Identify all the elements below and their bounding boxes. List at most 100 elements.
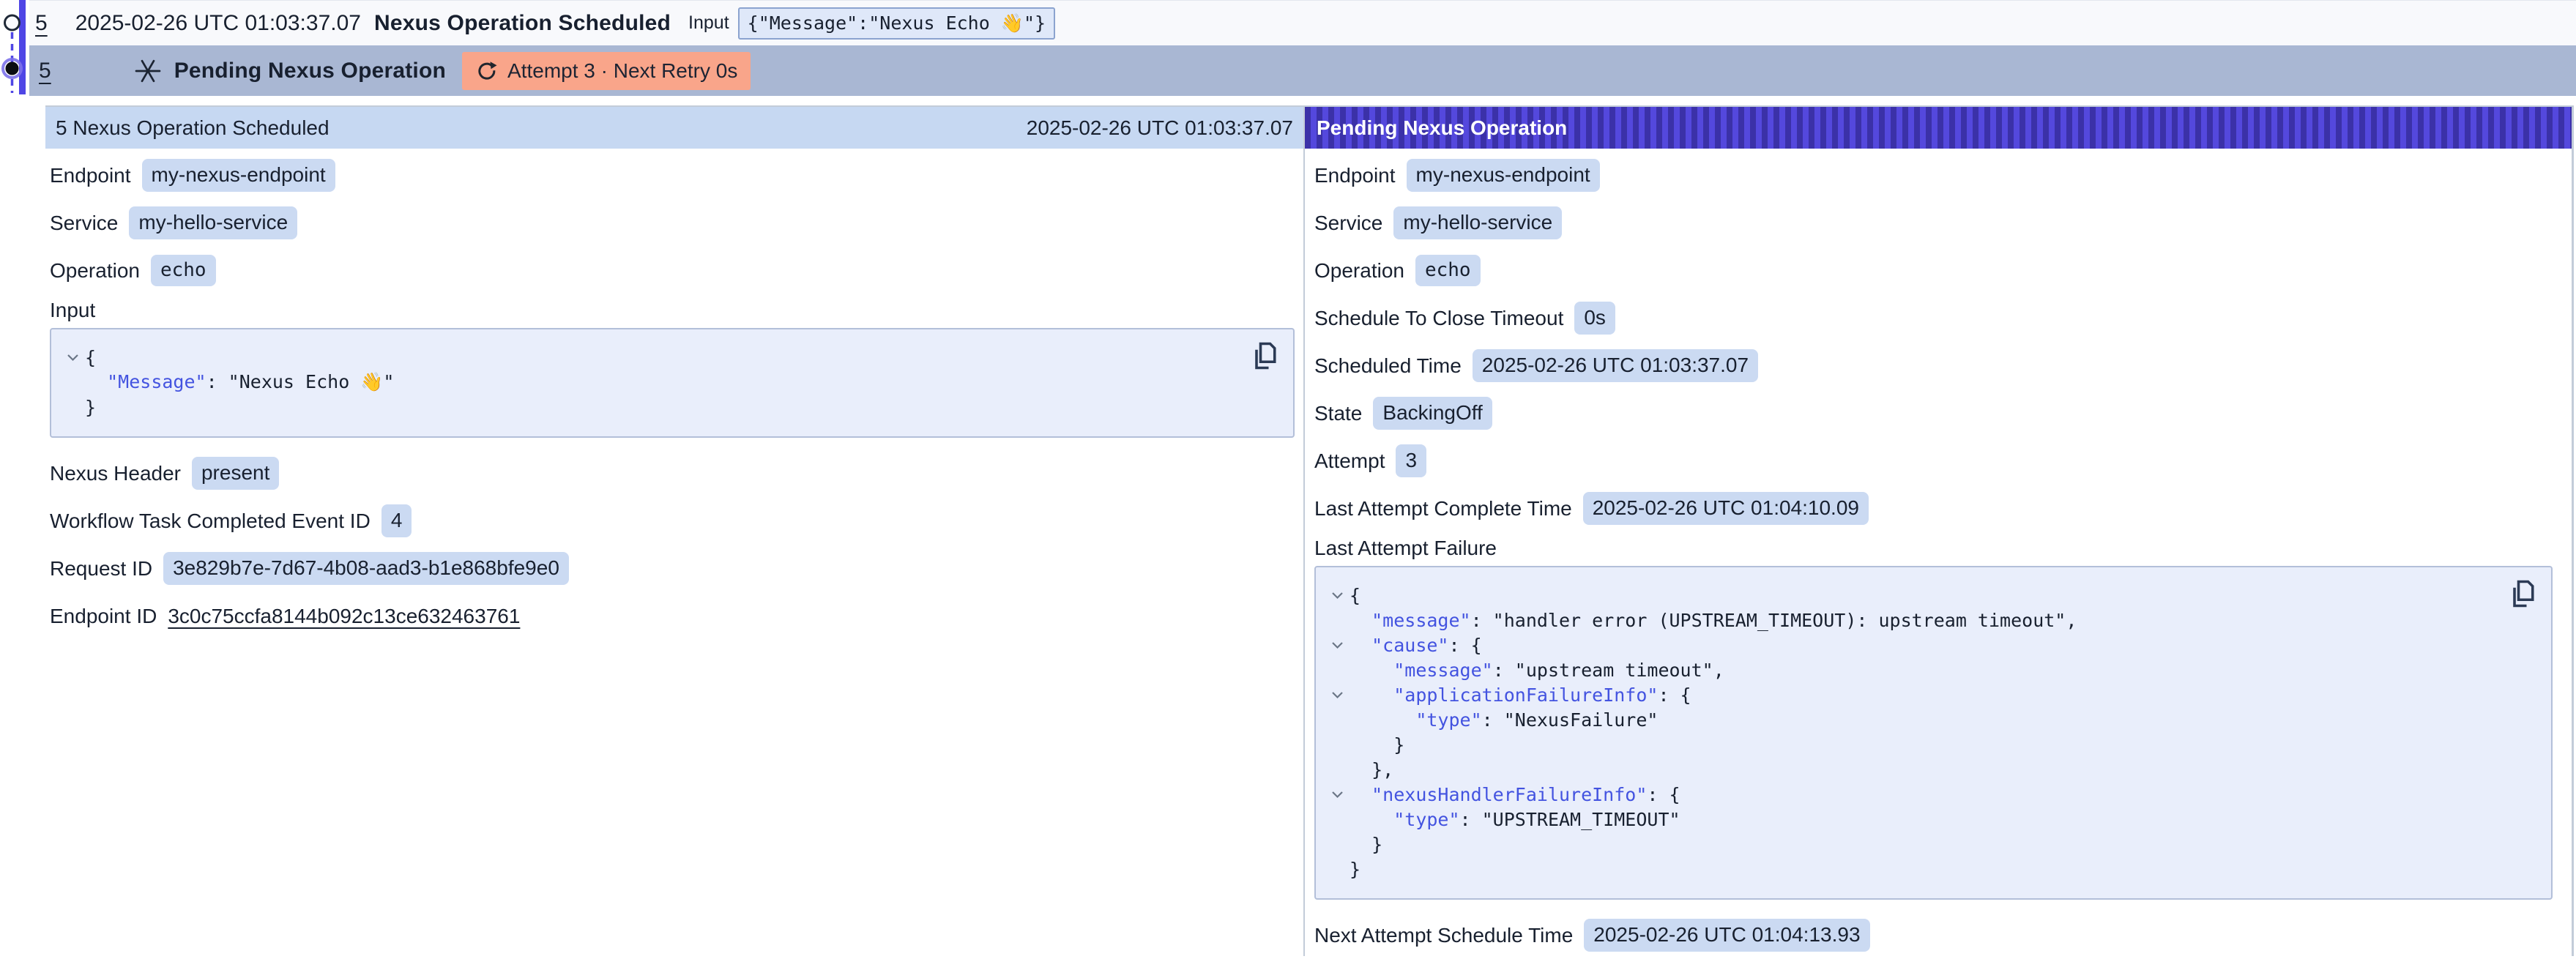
pending-operation-panel: Pending Nexus Operation Endpoint my-nexus… [1303,107,2572,956]
field-operation: Operationecho [50,247,1299,294]
chevron-down-icon[interactable] [60,354,85,362]
chevron-down-icon[interactable] [1325,691,1350,699]
json-line: } [1325,832,2536,857]
json-line: "type": "UPSTREAM_TIMEOUT" [1325,807,2536,832]
field-value-badge: 2025-02-26 UTC 01:03:37.07 [1473,349,1758,381]
json-text: "message": "handler error (UPSTREAM_TIME… [1350,610,2077,631]
event-title: Pending Nexus Operation [174,59,446,83]
field-label: Operation [50,259,140,283]
field-attempt: Attempt 3 [1314,437,2557,485]
field-request-id: Request ID3e829b7e-7d67-4b08-aad3-b1e868… [50,545,1299,592]
event-row-pending-nexus-operation[interactable]: 5 Pending Nexus Operation Attempt 3 · Ne… [29,45,2576,96]
field-value-badge: my-hello-service [1393,206,1562,239]
json-line: } [60,395,1278,419]
field-label: Endpoint [50,164,131,187]
event-detail-panels: 5 Nexus Operation Scheduled 2025-02-26 U… [45,105,2574,956]
field-value-badge: echo [1415,255,1481,287]
json-text: "applicationFailureInfo": { [1350,684,1691,706]
event-title: Nexus Operation Scheduled [374,11,671,36]
field-value-badge: my-nexus-endpoint [1407,159,1600,191]
json-line: "cause": { [1325,633,2536,657]
field-service: Servicemy-hello-service [50,199,1299,247]
json-text: { [85,347,96,368]
endpoint-id-link[interactable]: 3c0c75ccfa8144b092c13ce632463761 [168,605,520,628]
open-circle-marker [5,15,20,30]
field-scheduled-time: Scheduled Time 2025-02-26 UTC 01:03:37.07 [1314,342,2557,389]
copy-button[interactable] [2506,578,2539,611]
event-timestamp: 2025-02-26 UTC 01:03:37.07 [75,11,361,36]
json-text: "cause": { [1350,635,1482,656]
field-next-attempt-schedule-time: Next Attempt Schedule Time2025-02-26 UTC… [1314,911,2557,959]
field-state: StateBackingOff [1314,389,2557,437]
field-label: Nexus Header [50,462,181,485]
field-value-badge: present [192,457,279,489]
field-endpoint-id: Endpoint ID3c0c75ccfa8144b092c13ce632463… [50,592,1299,640]
field-endpoint: Endpoint my-nexus-endpoint [50,152,1299,199]
json-text: "nexusHandlerFailureInfo": { [1350,784,1680,805]
json-line: "applicationFailureInfo": { [1325,682,2536,707]
field-label-row: Input [50,294,1299,326]
field-label-row: Last Attempt Failure [1314,532,2557,564]
panel-title: 5 Nexus Operation Scheduled [56,116,330,140]
json-text: } [1350,859,1360,880]
field-input: Input { "Message": "Nexus Echo 👋"} [50,294,1299,438]
field-endpoint: Endpoint my-nexus-endpoint [1314,152,2557,199]
event-row-nexus-operation-scheduled[interactable]: 5 2025-02-26 UTC 01:03:37.07 Nexus Opera… [29,0,2576,45]
field-label: Input [50,299,95,322]
field-service: Service my-hello-service [1314,199,2557,247]
field-label: Last Attempt Complete Time [1314,497,1572,520]
field-label: Attempt [1314,449,1385,473]
scheduled-event-detail-panel: 5 Nexus Operation Scheduled 2025-02-26 U… [45,107,1303,956]
json-text: "type": "UPSTREAM_TIMEOUT" [1350,809,1680,830]
field-nexus-header: Nexus Header present [50,449,1299,497]
code-viewer-last-attempt-failure: { "message": "handler error (UPSTREAM_TI… [1314,566,2553,900]
event-id-link[interactable]: 5 [39,59,51,83]
chevron-down-icon[interactable] [1325,641,1350,649]
scheduled-event-fields: Endpoint my-nexus-endpoint Servicemy-hello… [45,149,1303,640]
filled-circle-marker [6,62,19,75]
field-label: Last Attempt Failure [1314,537,1497,560]
field-label: Next Attempt Schedule Time [1314,924,1573,947]
copy-button[interactable] [1248,340,1281,373]
field-value-badge: 2025-02-26 UTC 01:04:10.09 [1583,492,1869,524]
json-line: }, [1325,757,2536,782]
json-line: "Message": "Nexus Echo 👋" [60,370,1278,395]
input-payload-chip: {"Message":"Nexus Echo 👋"} [738,7,1055,40]
code-viewer-input: { "Message": "Nexus Echo 👋"} [50,328,1295,438]
retry-icon [475,59,499,83]
field-value-badge: my-nexus-endpoint [142,159,335,191]
json-line: { [60,345,1278,370]
json-line: } [1325,857,2536,881]
field-label: Endpoint [1314,164,1396,187]
field-label: State [1314,402,1362,425]
temporal-event-history-screen: { "colors": { "accent_indigo": "#4f46e5"… [0,0,2576,956]
field-label: Schedule To Close Timeout [1314,307,1563,330]
field-value-badge: 3 [1396,444,1426,477]
panel-title: Pending Nexus Operation [1317,116,1567,140]
field-operation: Operationecho [1314,247,2557,294]
chevron-down-icon[interactable] [1325,592,1350,600]
json-line: "message": "handler error (UPSTREAM_TIME… [1325,608,2536,633]
field-last-attempt-complete-time: Last Attempt Complete Time 2025-02-26 UTC… [1314,485,2557,532]
field-label: Service [1314,212,1382,235]
field-last-attempt-failure: Last Attempt Failure { "message": "handle… [1314,532,2557,900]
json-text: { [1350,585,1360,606]
asterisk-icon [133,56,163,86]
event-id-link[interactable]: 5 [35,11,48,36]
json-text: "message": "upstream timeout", [1350,660,1724,681]
field-label: Workflow Task Completed Event ID [50,510,371,533]
panel-timestamp: 2025-02-26 UTC 01:03:37.07 [1027,116,1293,140]
json-text: "Message": "Nexus Echo 👋" [85,371,394,393]
field-value-badge: 3e829b7e-7d67-4b08-aad3-b1e868bfe9e0 [163,552,569,584]
json-line: { [1325,583,2536,608]
json-text: }, [1350,759,1393,780]
field-label: Scheduled Time [1314,354,1462,378]
json-text: "type": "NexusFailure" [1350,709,1658,731]
json-line: "nexusHandlerFailureInfo": { [1325,782,2536,807]
json-line: "type": "NexusFailure" [1325,707,2536,732]
pending-operation-panel-header: Pending Nexus Operation [1305,107,2572,149]
json-line: "message": "upstream timeout", [1325,657,2536,682]
field-label: Service [50,212,118,235]
json-text: } [85,397,96,418]
chevron-down-icon[interactable] [1325,791,1350,799]
